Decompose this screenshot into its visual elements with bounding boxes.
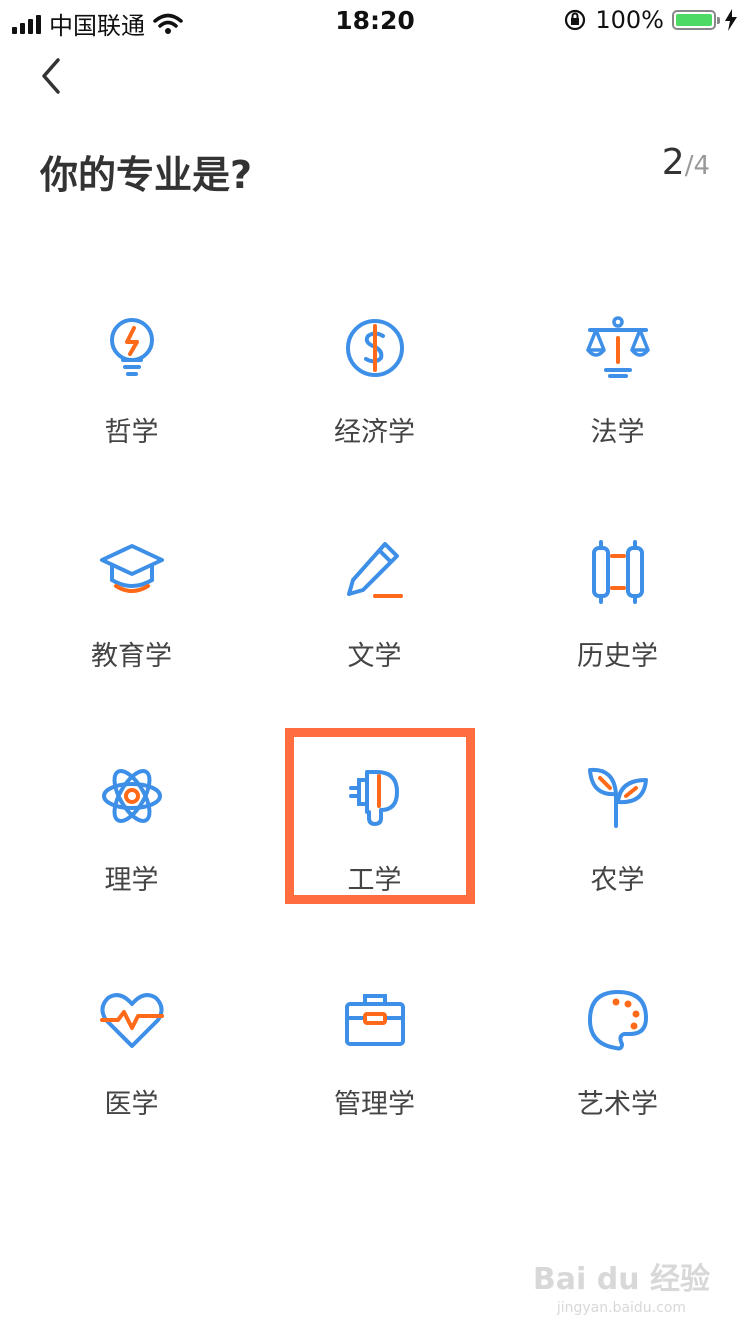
scales-icon — [585, 316, 650, 378]
major-label: 文学 — [347, 641, 402, 672]
major-label: 管理学 — [334, 1089, 415, 1120]
major-label: 历史学 — [577, 641, 658, 672]
page-title: 你的专业是? — [40, 153, 253, 197]
status-right: 100% — [563, 6, 738, 34]
major-philosophy[interactable]: 哲学 — [10, 300, 253, 524]
major-agriculture[interactable]: 农学 — [496, 748, 739, 972]
lightbulb-icon — [109, 318, 154, 376]
major-economics[interactable]: 经济学 — [253, 300, 496, 524]
battery-icon — [672, 10, 720, 30]
orientation-lock-icon — [565, 9, 586, 31]
watermark: Bai du 经验 jingyan.baidu.com — [533, 1254, 710, 1316]
major-arts[interactable]: 艺术学 — [496, 972, 739, 1196]
major-label: 法学 — [590, 417, 645, 448]
watermark-main: Bai du 经验 — [532, 1262, 710, 1297]
back-button[interactable] — [30, 52, 74, 100]
chevron-left-icon — [42, 58, 60, 94]
graduation-cap-icon — [99, 544, 164, 593]
scroll-icon — [591, 540, 644, 604]
status-bar: 中国联通 18:20 100% — [0, 0, 750, 40]
pencil-icon — [346, 542, 403, 598]
major-management[interactable]: 管理学 — [253, 972, 496, 1196]
major-label: 理学 — [104, 865, 159, 896]
major-history[interactable]: 历史学 — [496, 524, 739, 748]
major-label: 农学 — [590, 865, 645, 896]
step-current: 2 — [661, 142, 685, 183]
briefcase-icon — [344, 994, 405, 1046]
step-total: 4 — [693, 151, 710, 181]
major-law[interactable]: 法学 — [496, 300, 739, 524]
major-education[interactable]: 教育学 — [10, 524, 253, 748]
step-indicator: 2/4 — [662, 142, 710, 183]
major-engineering[interactable]: 工学 — [253, 748, 496, 972]
sprout-icon — [587, 767, 648, 828]
battery-percent: 100% — [595, 6, 664, 34]
major-label: 哲学 — [104, 417, 159, 448]
atom-icon — [101, 769, 162, 823]
major-label: 经济学 — [334, 417, 415, 448]
dollar-coin-icon — [345, 319, 404, 377]
major-label: 教育学 — [91, 641, 172, 672]
major-medicine[interactable]: 医学 — [10, 972, 253, 1196]
major-label: 艺术学 — [577, 1089, 658, 1120]
charging-bolt-icon — [725, 9, 737, 31]
heartbeat-icon — [99, 993, 164, 1048]
palette-icon — [587, 990, 648, 1051]
major-label: 工学 — [347, 865, 402, 896]
major-grid: 哲学 经济学 法学 教育学 文学 历史学 理学 工学 农学 医学 管理学 艺术学 — [10, 300, 740, 1196]
major-literature[interactable]: 文学 — [253, 524, 496, 748]
major-label: 医学 — [104, 1089, 159, 1120]
major-science[interactable]: 理学 — [10, 748, 253, 972]
plug-icon — [348, 770, 399, 826]
watermark-sub: jingyan.baidu.com — [556, 1300, 687, 1316]
